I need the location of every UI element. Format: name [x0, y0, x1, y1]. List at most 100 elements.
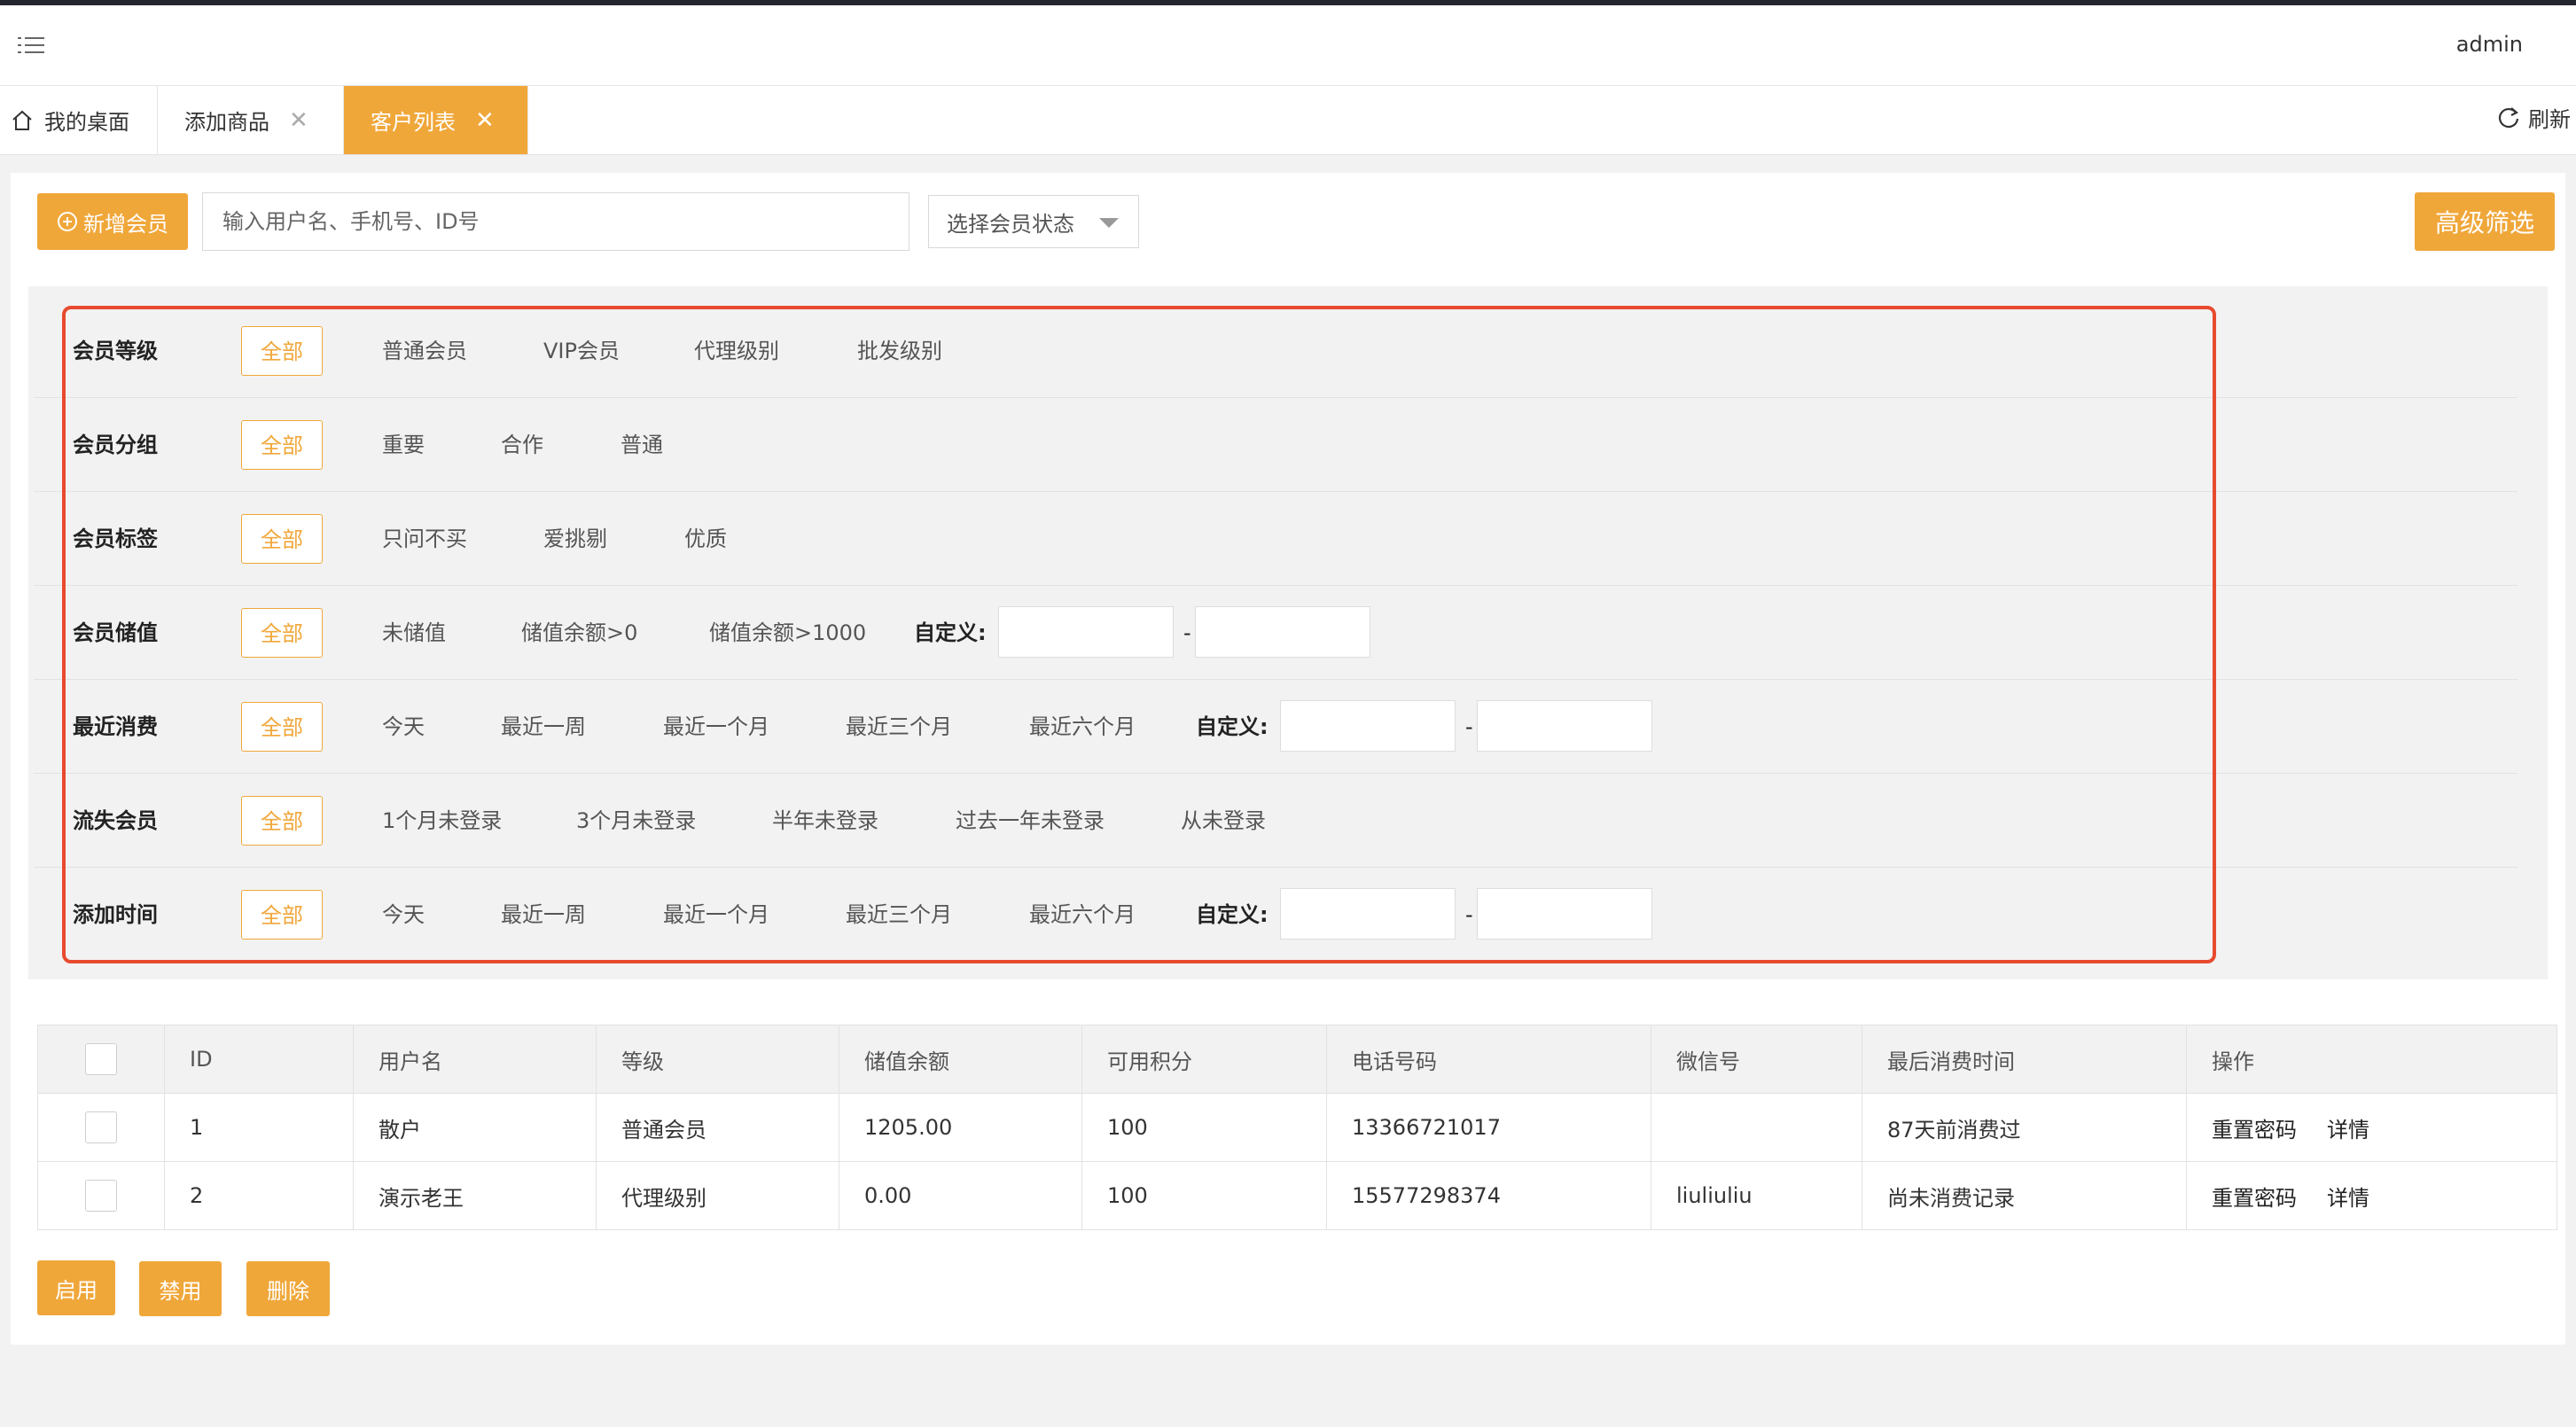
filter-option-all[interactable]: 全部 [241, 890, 323, 940]
range-max-input[interactable] [1195, 606, 1370, 658]
table-row: 2 演示老王 代理级别 0.00 100 15577298374 liuliul… [37, 1161, 2557, 1230]
row-checkbox[interactable] [85, 1180, 117, 1212]
filter-row-group: 会员分组 全部 重要 合作 普通 [34, 398, 2517, 492]
filter-option[interactable]: 最近一周 [501, 890, 586, 940]
filter-label: 会员等级 [73, 339, 158, 363]
add-member-button[interactable]: 新增会员 [37, 193, 188, 250]
filter-option-all[interactable]: 全部 [241, 326, 323, 376]
cell-wechat [1651, 1093, 1862, 1162]
filter-option[interactable]: 批发级别 [857, 326, 942, 376]
tab-desktop[interactable]: 我的桌面 [0, 86, 158, 154]
tab-label: 我的桌面 [44, 110, 129, 135]
filter-label: 流失会员 [73, 808, 158, 833]
range-max-input[interactable] [1477, 888, 1652, 940]
tab-bar: 我的桌面 添加商品 ✕ 客户列表 ✕ 刷新 [0, 86, 2576, 155]
filter-option-all[interactable]: 全部 [241, 608, 323, 658]
column-header[interactable]: 微信号 [1651, 1025, 1862, 1094]
cell-phone: 13366721017 [1326, 1093, 1651, 1162]
header-bar: admin [0, 5, 2576, 86]
filter-option[interactable]: 3个月未登录 [576, 796, 696, 846]
cell-actions: 重置密码 详情 [2186, 1093, 2557, 1162]
filter-option[interactable]: 今天 [382, 890, 425, 940]
select-all-checkbox[interactable] [85, 1043, 117, 1075]
advanced-filter-button[interactable]: 高级筛选 [2415, 192, 2555, 251]
delete-button[interactable]: 删除 [246, 1261, 330, 1316]
column-header[interactable]: 等级 [596, 1025, 839, 1094]
range-min-input[interactable] [1280, 888, 1456, 940]
range-min-input[interactable] [1280, 700, 1456, 752]
filter-row-stored: 会员储值 全部 未储值 储值余额>0 储值余额>1000 自定义: - [34, 586, 2517, 680]
column-header[interactable]: 电话号码 [1326, 1025, 1651, 1094]
filter-option[interactable]: 最近三个月 [846, 890, 952, 940]
range-max-input[interactable] [1477, 700, 1652, 752]
filter-option[interactable]: 半年未登录 [772, 796, 878, 846]
member-status-select[interactable]: 选择会员状态 [928, 195, 1139, 248]
tab-customer-list[interactable]: 客户列表 ✕ [344, 86, 528, 154]
detail-link[interactable]: 详情 [2327, 1118, 2369, 1142]
cell-last-purchase: 87天前消费过 [1862, 1093, 2187, 1162]
filter-option[interactable]: 未储值 [382, 608, 446, 658]
cell-id: 2 [164, 1161, 354, 1230]
filter-option[interactable]: 从未登录 [1181, 796, 1266, 846]
filter-option[interactable]: 最近六个月 [1029, 702, 1136, 752]
filter-label: 添加时间 [73, 902, 158, 927]
filter-option[interactable]: 最近一个月 [663, 890, 769, 940]
refresh-button[interactable]: 刷新 [2496, 102, 2571, 133]
column-header[interactable]: 可用积分 [1081, 1025, 1327, 1094]
filter-option-all[interactable]: 全部 [241, 420, 323, 470]
table-row: 1 散户 普通会员 1205.00 100 13366721017 87天前消费… [37, 1093, 2557, 1162]
filter-option[interactable]: 今天 [382, 702, 425, 752]
custom-range-label: 自定义: [1196, 714, 1268, 739]
filter-option[interactable]: 最近一个月 [663, 702, 769, 752]
filter-option[interactable]: 普通 [621, 420, 663, 470]
filter-option[interactable]: 最近三个月 [846, 702, 952, 752]
search-input[interactable] [202, 192, 909, 251]
filter-option[interactable]: 重要 [382, 420, 425, 470]
select-all-cell [37, 1025, 165, 1094]
filter-option[interactable]: 储值余额>1000 [709, 608, 866, 658]
filter-option[interactable]: 最近六个月 [1029, 890, 1136, 940]
range-min-input[interactable] [998, 606, 1174, 658]
filter-option[interactable]: 优质 [684, 514, 727, 564]
filter-option[interactable]: 合作 [501, 420, 543, 470]
filter-option[interactable]: 最近一周 [501, 702, 586, 752]
filter-option[interactable]: 过去一年未登录 [956, 796, 1105, 846]
menu-toggle-icon[interactable] [18, 35, 44, 55]
refresh-icon [2498, 106, 2519, 128]
column-header[interactable]: 储值余额 [839, 1025, 1082, 1094]
filter-option[interactable]: 1个月未登录 [382, 796, 502, 846]
filter-option-all[interactable]: 全部 [241, 514, 323, 564]
cell-phone: 15577298374 [1326, 1161, 1651, 1230]
user-menu[interactable]: admin [2456, 32, 2523, 57]
enable-button[interactable]: 启用 [37, 1260, 115, 1315]
filter-label: 会员分组 [73, 433, 158, 457]
filter-label: 最近消费 [73, 714, 158, 739]
close-icon[interactable]: ✕ [289, 107, 308, 134]
tab-add-product[interactable]: 添加商品 ✕ [158, 86, 344, 154]
column-header[interactable]: 最后消费时间 [1862, 1025, 2187, 1094]
filter-option[interactable]: 爱挑剔 [543, 514, 607, 564]
filter-option[interactable]: 只问不买 [382, 514, 467, 564]
reset-password-link[interactable]: 重置密码 [2212, 1118, 2297, 1142]
filter-row-tag: 会员标签 全部 只问不买 爱挑剔 优质 [34, 492, 2517, 586]
cell-username: 演示老王 [353, 1161, 597, 1230]
close-icon[interactable]: ✕ [475, 107, 495, 134]
filter-option[interactable]: 储值余额>0 [521, 608, 637, 658]
disable-button[interactable]: 禁用 [139, 1261, 222, 1316]
cell-points: 100 [1081, 1161, 1327, 1230]
filter-row-level: 会员等级 全部 普通会员 VIP会员 代理级别 批发级别 [34, 304, 2517, 398]
filter-option[interactable]: VIP会员 [543, 326, 620, 376]
detail-link[interactable]: 详情 [2327, 1186, 2369, 1211]
filter-option[interactable]: 普通会员 [382, 326, 467, 376]
cell-username: 散户 [353, 1093, 597, 1162]
filter-option-all[interactable]: 全部 [241, 702, 323, 752]
filter-option[interactable]: 代理级别 [694, 326, 779, 376]
filter-option-all[interactable]: 全部 [241, 796, 323, 846]
refresh-label: 刷新 [2528, 107, 2571, 132]
column-header[interactable]: 用户名 [353, 1025, 597, 1094]
row-checkbox[interactable] [85, 1111, 117, 1143]
reset-password-link[interactable]: 重置密码 [2212, 1186, 2297, 1211]
column-header[interactable]: 操作 [2186, 1025, 2557, 1094]
column-header[interactable]: ID [164, 1025, 354, 1094]
filter-label: 会员标签 [73, 526, 158, 551]
